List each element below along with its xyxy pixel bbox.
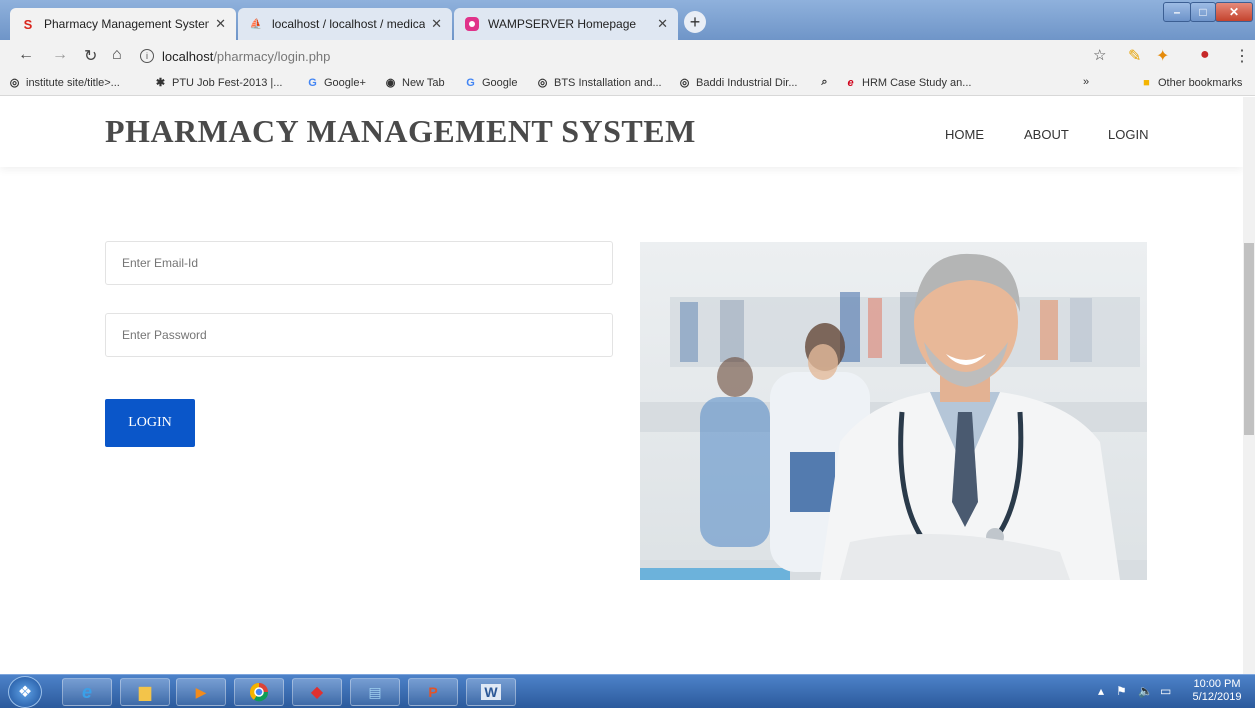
google-icon: G: [308, 76, 317, 89]
email-field[interactable]: [105, 241, 613, 285]
star-icon[interactable]: ☆: [1093, 46, 1106, 64]
volume-icon[interactable]: 🔈: [1138, 684, 1153, 698]
phpmyadmin-icon: ⛵: [249, 18, 263, 30]
info-icon[interactable]: i: [140, 49, 154, 63]
start-button[interactable]: ❖: [8, 676, 42, 708]
maximize-button[interactable]: □: [1190, 2, 1216, 22]
clock-date: 5/12/2019: [1192, 691, 1242, 703]
tab-title: localhost / localhost / medical / |: [272, 17, 426, 31]
site-header: PHARMACY MANAGEMENT SYSTEM HOME ABOUT LO…: [0, 97, 1243, 167]
bookmark-label: Google: [482, 76, 518, 89]
url-host: localhost: [162, 48, 214, 64]
bookmark-label: Other bookmarks: [1158, 76, 1243, 89]
logo-icon: ✱: [155, 77, 166, 89]
network-icon[interactable]: ▭: [1160, 684, 1171, 698]
bookmark-item[interactable]: e HRM Case Study an...: [844, 76, 971, 89]
bookmark-label: New Tab: [402, 76, 445, 89]
newtab-icon: ◉: [385, 77, 396, 89]
doctor-photo: [640, 242, 1147, 580]
bookmark-label: Google+: [324, 76, 366, 89]
scrollbar-thumb[interactable]: [1244, 243, 1254, 435]
address-bar-row: ← → ↻ ⌂ i localhost/pharmacy/login.php ☆…: [0, 40, 1255, 72]
url-path: /pharmacy/login.php: [213, 48, 331, 64]
folder-icon[interactable]: ▆: [120, 678, 170, 706]
reload-icon[interactable]: ↻: [84, 46, 97, 66]
site-brand[interactable]: PHARMACY MANAGEMENT SYSTEM: [105, 113, 696, 150]
back-icon[interactable]: ←: [18, 46, 34, 64]
search-icon: ⌕: [821, 76, 828, 88]
clock-time: 10:00 PM: [1193, 678, 1241, 690]
tab-pharmacy[interactable]: S Pharmacy Management System ✕: [10, 8, 236, 40]
browser-tab-strip: S Pharmacy Management System ✕ ⛵ localho…: [0, 0, 1255, 40]
taskbar-clock[interactable]: 10:00 PM 5/12/2019: [1186, 678, 1248, 704]
home-icon[interactable]: ⌂: [112, 46, 122, 64]
tray-arrow-icon[interactable]: ▴: [1098, 684, 1104, 698]
globe-icon: ◎: [679, 77, 690, 89]
tab-title: Pharmacy Management System: [44, 17, 210, 31]
bookmark-item[interactable]: ◎ BTS Installation and...: [536, 76, 662, 90]
extension-icon[interactable]: ✎: [1128, 46, 1141, 66]
google-icon: G: [466, 76, 475, 89]
e-logo-icon: e: [847, 76, 854, 89]
close-icon[interactable]: ✕: [657, 16, 668, 32]
globe-icon: ◎: [9, 77, 20, 89]
tab-wampserver[interactable]: WAMPSERVER Homepage ✕: [454, 8, 678, 40]
bookmarks-bar: ◎ institute site/title>... ✱ PTU Job Fest-…: [0, 72, 1255, 96]
folder-icon: ■: [1143, 76, 1150, 89]
bookmark-item[interactable]: G Google: [464, 76, 517, 89]
new-tab-button[interactable]: +: [684, 11, 706, 33]
overflow-label: »: [1083, 76, 1090, 88]
wamp-icon: [464, 16, 480, 32]
windows-taskbar: ❖ e ▆ ▶ ◆ ▤ P W ▴ ⚑ 🔈 ▭ 10:00 PM 5/12/20…: [0, 674, 1255, 708]
bookmark-item[interactable]: ◎ institute site/title>...: [8, 76, 120, 90]
other-bookmarks[interactable]: ■ Other bookmarks: [1140, 76, 1242, 89]
bookmark-label: PTU Job Fest-2013 |...: [172, 76, 283, 89]
url-field[interactable]: i localhost/pharmacy/login.php: [140, 44, 1080, 68]
login-button[interactable]: LOGIN: [105, 399, 195, 447]
close-icon[interactable]: ✕: [431, 16, 442, 32]
tab-phpmyadmin[interactable]: ⛵ localhost / localhost / medical / | ✕: [238, 8, 452, 40]
forward-icon[interactable]: →: [52, 46, 68, 64]
bookmark-item[interactable]: G Google+: [306, 76, 366, 89]
globe-icon: ◎: [537, 77, 548, 89]
media-player-icon[interactable]: ▶: [176, 678, 226, 706]
bookmark-item[interactable]: ◉ New Tab: [384, 76, 445, 90]
avatar[interactable]: ●: [1200, 46, 1210, 64]
tab-title: WAMPSERVER Homepage: [488, 17, 637, 31]
flag-icon[interactable]: ⚑: [1116, 684, 1127, 698]
s-logo-icon: S: [23, 16, 33, 32]
ie-icon[interactable]: e: [62, 678, 112, 706]
password-field[interactable]: [105, 313, 613, 357]
nav-login[interactable]: LOGIN: [1108, 127, 1148, 142]
minimize-button[interactable]: –: [1163, 2, 1191, 22]
bookmark-item[interactable]: ✱ PTU Job Fest-2013 |...: [154, 76, 283, 90]
powerpoint-icon[interactable]: P: [408, 678, 458, 706]
page-content: PHARMACY MANAGEMENT SYSTEM HOME ABOUT LO…: [0, 97, 1243, 674]
menu-icon[interactable]: ⋮: [1234, 46, 1250, 66]
bookmark-label: institute site/title>...: [26, 76, 120, 89]
search-bookmark[interactable]: ⌕: [818, 76, 836, 89]
bookmarks-overflow-button[interactable]: »: [1083, 76, 1089, 88]
close-window-button[interactable]: ✕: [1215, 2, 1253, 22]
close-icon[interactable]: ✕: [215, 16, 226, 32]
bookmark-label: HRM Case Study an...: [862, 76, 972, 89]
app-icon[interactable]: ◆: [292, 678, 342, 706]
word-icon[interactable]: W: [466, 678, 516, 706]
extension-icon[interactable]: ✦: [1156, 46, 1169, 66]
bookmark-label: BTS Installation and...: [554, 76, 662, 89]
nav-about[interactable]: ABOUT: [1024, 127, 1069, 142]
bookmark-item[interactable]: ◎ Baddi Industrial Dir...: [678, 76, 798, 90]
bookmark-label: Baddi Industrial Dir...: [696, 76, 798, 89]
chrome-icon[interactable]: [234, 678, 284, 706]
nav-home[interactable]: HOME: [945, 127, 984, 142]
notepad-icon[interactable]: ▤: [350, 678, 400, 706]
